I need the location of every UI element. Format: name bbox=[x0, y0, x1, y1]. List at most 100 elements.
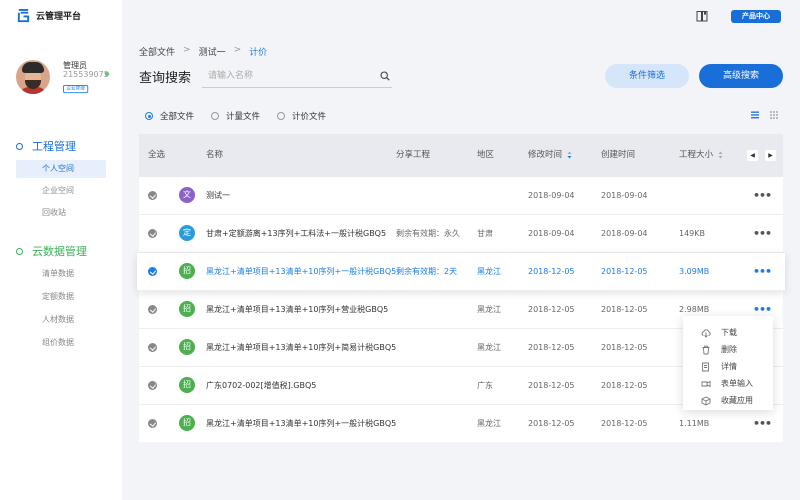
radio-icon bbox=[211, 112, 220, 120]
radio-icon bbox=[145, 112, 153, 120]
prev-page-button[interactable]: ◀ bbox=[747, 150, 758, 161]
breadcrumb-mid[interactable]: 测试一 bbox=[199, 45, 226, 58]
form-input-icon bbox=[701, 380, 711, 387]
checkbox[interactable] bbox=[148, 343, 157, 352]
filter-button[interactable]: 条件筛选 bbox=[605, 64, 689, 88]
checkbox[interactable] bbox=[148, 191, 157, 200]
created-time: 2018-09-04 bbox=[601, 191, 648, 200]
modified-time: 2018-09-04 bbox=[528, 229, 575, 238]
cloud-download-icon bbox=[701, 328, 711, 338]
header-name: 名称 bbox=[206, 150, 224, 160]
file-name[interactable]: 黑龙江+清单项目+13清单+10序列+营业税GBQ5 bbox=[206, 291, 388, 329]
advanced-search-button[interactable]: 高级搜索 bbox=[699, 64, 783, 88]
checkbox[interactable] bbox=[148, 381, 157, 390]
file-name[interactable]: 黑龙江+清单项目+13清单+10序列+一般计税GBQ5 bbox=[206, 253, 396, 291]
search-title: 查询搜索 bbox=[139, 71, 192, 86]
sort-icon[interactable] bbox=[718, 151, 723, 159]
table-header: 全选 名称 分享工程 地区 修改时间 创建时间 工程大小 ◀ ▶ bbox=[139, 134, 783, 177]
modified-time: 2018-12-05 bbox=[528, 419, 575, 428]
list-view-icon[interactable] bbox=[751, 111, 759, 119]
table-row[interactable]: 文 测试一 2018-09-04 2018-09-04 ••• bbox=[139, 177, 783, 215]
modified-time: 2018-12-05 bbox=[528, 305, 575, 314]
table-row[interactable]: 定 甘肃+定额游离+13序列+工料法+一般计税GBQ5 剩余有效期：永久 甘肃 … bbox=[139, 215, 783, 253]
checkbox[interactable] bbox=[148, 229, 157, 238]
header-modified-label: 修改时间 bbox=[528, 150, 563, 160]
search-box bbox=[202, 67, 392, 88]
modified-time: 2018-12-05 bbox=[528, 343, 575, 352]
menu-item-favorite[interactable]: 收藏应用 bbox=[683, 392, 773, 409]
search-input[interactable] bbox=[202, 67, 372, 85]
breadcrumb-current: 计价 bbox=[249, 48, 268, 58]
menu-item-delete[interactable]: 删除 bbox=[683, 341, 773, 358]
header-modified[interactable]: 修改时间 bbox=[528, 134, 572, 177]
product-center-button[interactable]: 产品中心 bbox=[731, 10, 781, 23]
document-edit-icon bbox=[702, 362, 709, 371]
created-time: 2018-12-05 bbox=[601, 381, 648, 390]
grid-view-icon[interactable] bbox=[770, 111, 778, 119]
created-time: 2018-12-05 bbox=[601, 305, 648, 314]
header-size-label: 工程大小 bbox=[679, 150, 714, 160]
radio-pricing-files[interactable]: 计价文件 bbox=[277, 110, 326, 122]
file-name[interactable]: 黑龙江+清单项目+13清单+10序列+简易计税GBQ5 bbox=[206, 329, 396, 367]
file-size: 3.09MB bbox=[679, 267, 710, 276]
file-name[interactable]: 甘肃+定额游离+13序列+工料法+一般计税GBQ5 bbox=[206, 215, 386, 253]
region: 黑龙江 bbox=[477, 267, 501, 276]
file-size: 1.11MB bbox=[679, 419, 710, 428]
menu-item-details[interactable]: 详情 bbox=[683, 358, 773, 375]
file-type-badge: 定 bbox=[179, 225, 195, 241]
more-icon[interactable]: ••• bbox=[753, 405, 772, 443]
file-name[interactable]: 测试一 bbox=[206, 177, 230, 215]
file-name[interactable]: 广东0702-002[增值税].GBQ5 bbox=[206, 367, 316, 405]
breadcrumb-separator: > bbox=[233, 45, 242, 55]
created-time: 2018-12-05 bbox=[601, 419, 648, 428]
more-icon[interactable]: ••• bbox=[753, 253, 772, 291]
menu-item-form-input[interactable]: 表单输入 bbox=[683, 375, 773, 392]
header-select-all[interactable]: 全选 bbox=[148, 134, 165, 177]
file-type-filter: 全部文件 计量文件 计价文件 bbox=[145, 110, 326, 122]
file-type-badge: 文 bbox=[179, 187, 195, 203]
created-time: 2018-12-05 bbox=[601, 267, 648, 276]
menu-label: 详情 bbox=[721, 362, 737, 371]
more-icon[interactable]: ••• bbox=[753, 177, 772, 215]
table-row[interactable]: 招 黑龙江+清单项目+13清单+10序列+一般计税GBQ5 黑龙江 2018-1… bbox=[139, 405, 783, 443]
sidebar-item-personal-space[interactable]: 个人空间 bbox=[16, 160, 106, 178]
modified-time: 2018-09-04 bbox=[528, 191, 575, 200]
checkbox-checked[interactable] bbox=[148, 267, 157, 276]
radio-all-files[interactable]: 全部文件 bbox=[145, 110, 194, 122]
search-icon[interactable] bbox=[380, 71, 390, 81]
menu-item-download[interactable]: 下载 bbox=[683, 324, 773, 341]
book-icon[interactable] bbox=[696, 10, 708, 22]
logo[interactable]: 云管理平台 bbox=[16, 8, 81, 23]
radio-label: 全部文件 bbox=[160, 112, 195, 122]
radio-measure-files[interactable]: 计量文件 bbox=[211, 110, 260, 122]
region: 黑龙江 bbox=[477, 305, 501, 314]
nav-group-project[interactable]: 工程管理 bbox=[16, 138, 76, 154]
nav-group-cloud-data[interactable]: 云数据管理 bbox=[16, 243, 87, 259]
checkbox[interactable] bbox=[148, 419, 157, 428]
sidebar-item-pricing-data[interactable]: 组价数据 bbox=[16, 334, 106, 352]
sidebar-item-quota-data[interactable]: 定额数据 bbox=[16, 288, 106, 306]
file-type-badge: 招 bbox=[179, 377, 195, 393]
checkbox[interactable] bbox=[148, 305, 157, 314]
header-size[interactable]: 工程大小 bbox=[679, 134, 723, 177]
share-status: 剩余有效期：2天 bbox=[396, 267, 458, 276]
created-time: 2018-12-05 bbox=[601, 343, 648, 352]
sidebar-item-recycle-bin[interactable]: 回收站 bbox=[16, 204, 106, 222]
menu-label: 表单输入 bbox=[721, 379, 753, 388]
breadcrumb-separator: > bbox=[183, 45, 191, 55]
radio-label: 计价文件 bbox=[292, 112, 327, 122]
region: 广东 bbox=[477, 381, 493, 390]
sort-icon[interactable] bbox=[567, 151, 572, 159]
sidebar-item-bill-data[interactable]: 清单数据 bbox=[16, 265, 106, 283]
breadcrumb-root[interactable]: 全部文件 bbox=[139, 45, 175, 58]
more-icon[interactable]: ••• bbox=[753, 215, 772, 253]
sidebar-item-enterprise-space[interactable]: 企业空间 bbox=[16, 182, 106, 200]
avatar[interactable] bbox=[16, 60, 50, 94]
created-time: 2018-09-04 bbox=[601, 229, 648, 238]
next-page-button[interactable]: ▶ bbox=[765, 150, 776, 161]
breadcrumb: 全部文件 > 测试一 > 计价 bbox=[139, 45, 267, 58]
sidebar-item-material-data[interactable]: 人材数据 bbox=[16, 311, 106, 329]
table-row-selected[interactable]: 招 黑龙江+清单项目+13清单+10序列+一般计税GBQ5 剩余有效期：2天 黑… bbox=[137, 253, 785, 291]
menu-label: 下载 bbox=[721, 328, 737, 337]
file-name[interactable]: 黑龙江+清单项目+13清单+10序列+一般计税GBQ5 bbox=[206, 405, 396, 443]
